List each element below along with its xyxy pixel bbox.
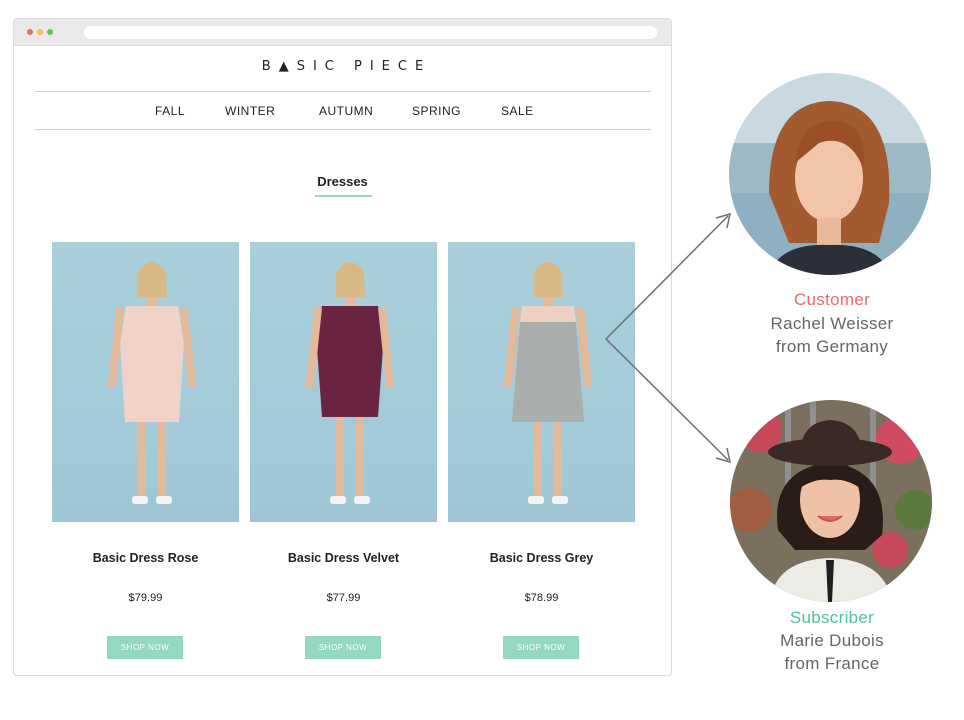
persona-type-customer: Customer [793,290,871,309]
persona-origin-customer: from Germany [775,337,889,356]
subscriber-avatar [730,400,932,602]
persona-origin-subscriber: from France [784,654,880,673]
persona-name-customer: Rachel Weisser [770,314,894,333]
split-arrow-line [604,215,729,461]
customer-avatar [729,73,931,275]
persona-type-subscriber: Subscriber [789,608,875,627]
persona-name-subscriber: Marie Dubois [780,631,884,650]
